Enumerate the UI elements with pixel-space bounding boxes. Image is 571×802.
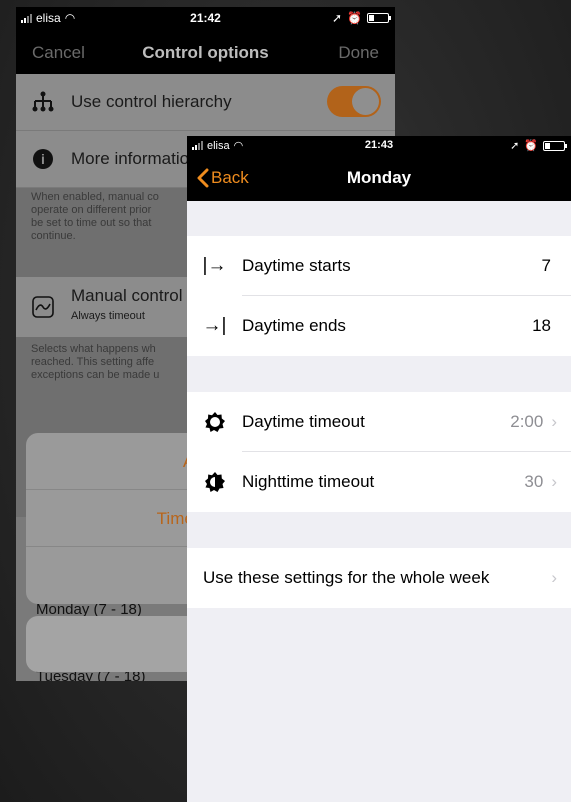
- alarm-icon: ⏰: [347, 11, 362, 25]
- back-nav-bar: Cancel Control options Done: [16, 34, 395, 74]
- daytime-timeout-row[interactable]: Daytime timeout 2:00 ›: [187, 392, 571, 452]
- location-icon: ➚: [331, 11, 343, 25]
- done-button[interactable]: Done: [338, 43, 379, 63]
- nighttime-timeout-row[interactable]: Nighttime timeout 30 ›: [187, 452, 571, 512]
- daytime-end-icon: →|: [202, 315, 227, 336]
- sun-outline-icon: [204, 412, 225, 432]
- daytime-ends-value: 18: [532, 316, 551, 335]
- status-bar: elisa ◠ 21:43 ➚ ⏰: [187, 136, 571, 156]
- chevron-right-icon: ›: [551, 412, 557, 431]
- whole-week-label: Use these settings for the whole week: [203, 568, 490, 587]
- manual-control-label: Manual control: [71, 286, 183, 305]
- location-icon: ➚: [510, 140, 520, 152]
- control-hierarchy-label: Use control hierarchy: [71, 92, 232, 111]
- whole-week-group: Use these settings for the whole week ›: [187, 548, 571, 608]
- page-title: Monday: [346, 168, 412, 187]
- manual-control-subtitle: Always timeout: [71, 310, 145, 322]
- nav-bar: Back Monday: [187, 156, 571, 201]
- daytime-ends-row[interactable]: →| Daytime ends 18: [187, 296, 571, 356]
- nighttime-timeout-label: Nighttime timeout: [242, 472, 375, 491]
- nighttime-timeout-value: 30: [524, 472, 544, 491]
- control-hierarchy-row[interactable]: Use control hierarchy: [16, 74, 395, 130]
- daytime-starts-value: 7: [541, 256, 551, 275]
- battery-icon: [543, 140, 567, 151]
- alarm-icon: ⏰: [524, 140, 538, 152]
- whole-week-row[interactable]: Use these settings for the whole week ›: [187, 548, 571, 608]
- half-sun-icon: [204, 472, 225, 492]
- daytime-start-icon: |→: [202, 255, 227, 276]
- daytime-ends-label: Daytime ends: [242, 316, 346, 335]
- battery-icon: [367, 13, 391, 23]
- daytime-starts-label: Daytime starts: [242, 256, 351, 275]
- more-information-label: More informatio: [71, 149, 190, 168]
- control-hierarchy-toggle[interactable]: [327, 86, 381, 117]
- daytime-range-group: |→ Daytime starts 7 →| Daytime ends 18: [187, 236, 571, 356]
- timeout-group: Daytime timeout 2:00 › Nighttime timeout…: [187, 392, 571, 512]
- manual-control-icon: [32, 296, 54, 318]
- chevron-right-icon: ›: [551, 568, 557, 587]
- daytime-timeout-value: 2:00: [510, 412, 544, 431]
- status-bar: elisa ◠ 21:42 ➚ ⏰: [16, 7, 395, 34]
- daytime-starts-row[interactable]: |→ Daytime starts 7: [187, 236, 571, 296]
- hierarchy-icon: [32, 91, 54, 112]
- info-icon: i: [33, 149, 53, 169]
- chevron-right-icon: ›: [551, 472, 557, 491]
- foreground-screen: elisa ◠ 21:43 ➚ ⏰ Back Monday |→ Daytime…: [187, 136, 571, 802]
- daytime-timeout-label: Daytime timeout: [242, 412, 365, 431]
